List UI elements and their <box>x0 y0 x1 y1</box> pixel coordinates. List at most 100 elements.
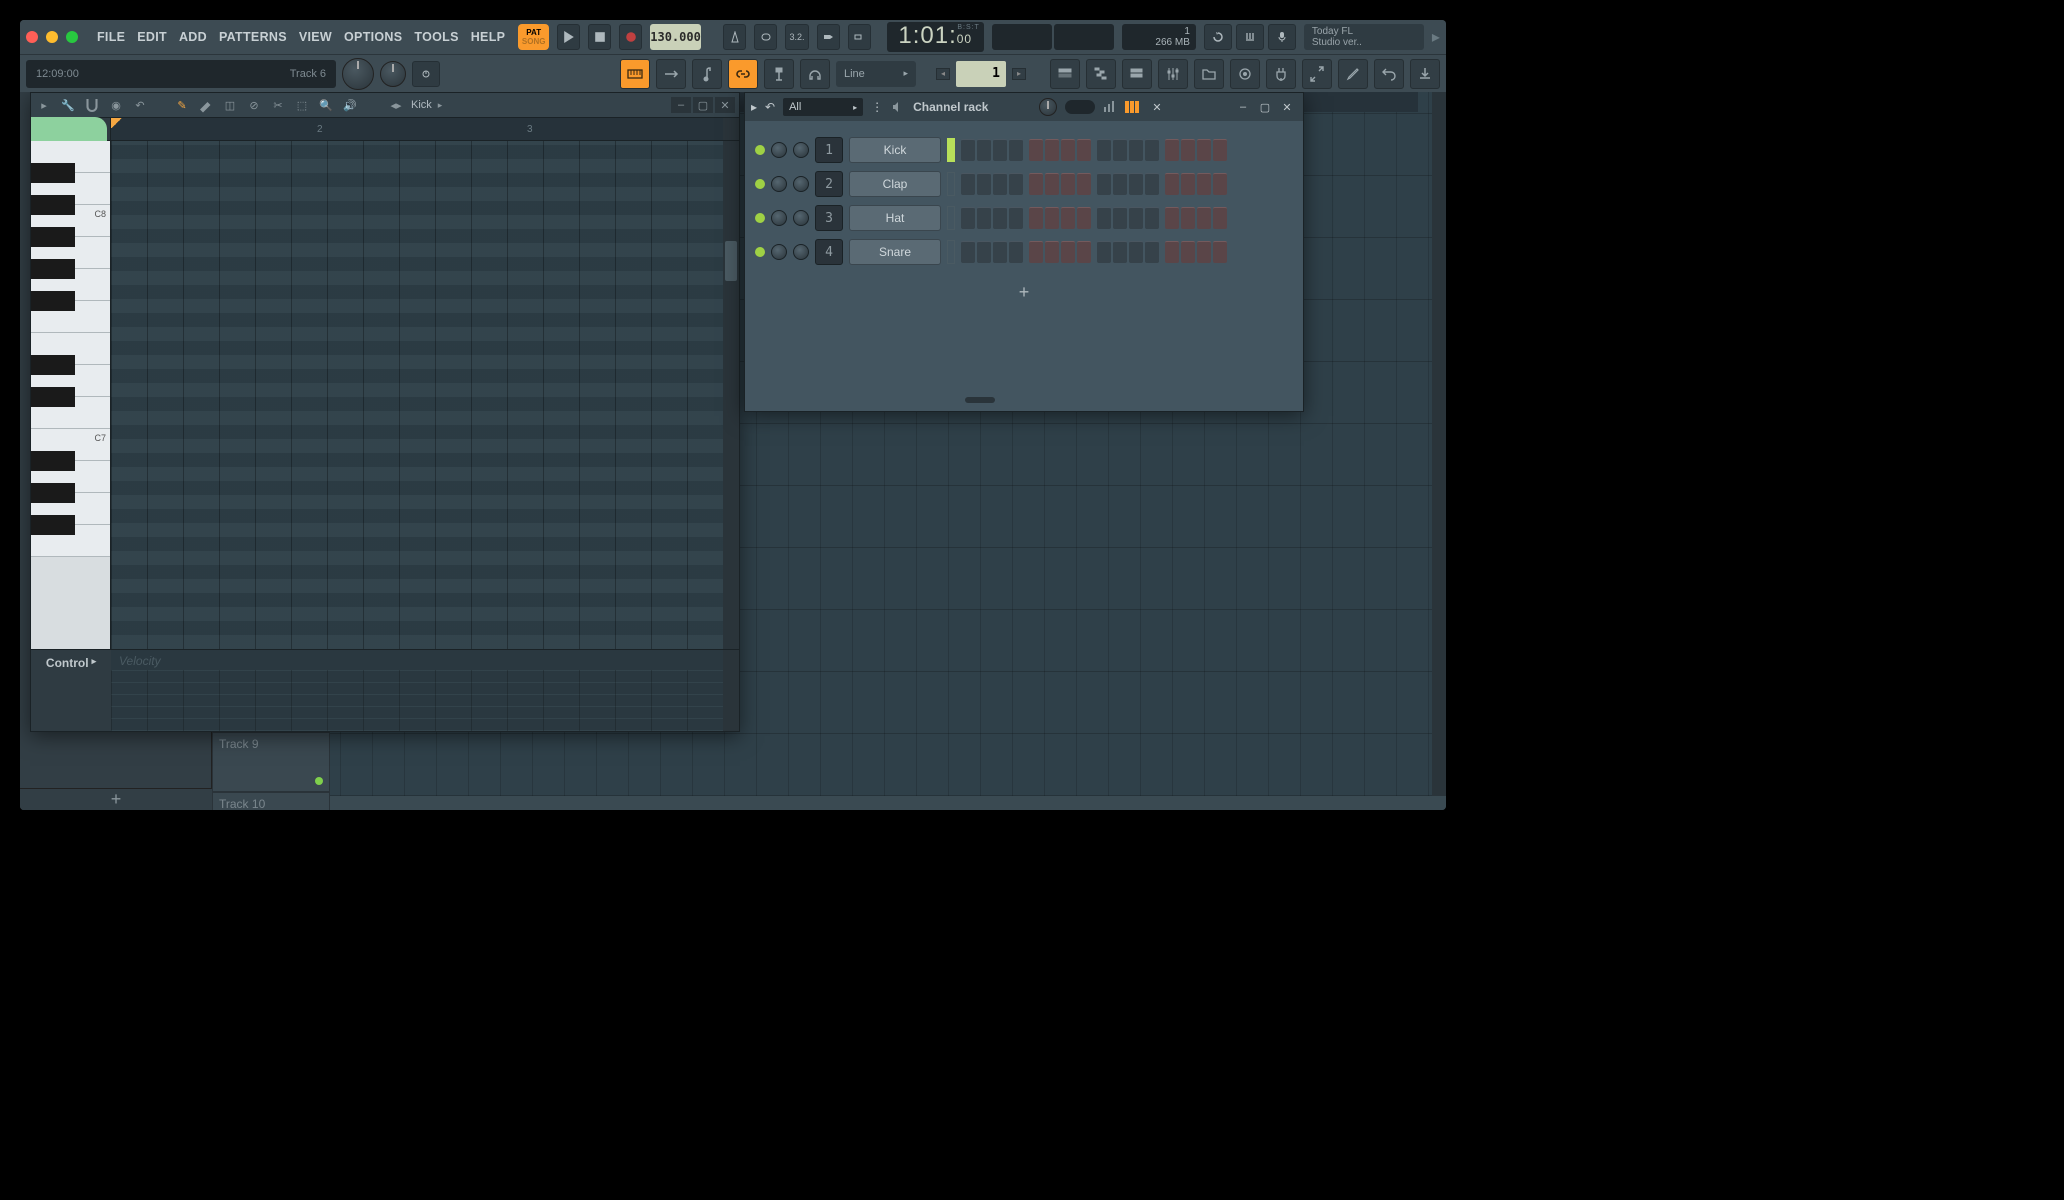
snap-selector[interactable]: Line▸ <box>836 61 916 87</box>
step-button[interactable] <box>1113 139 1127 161</box>
step-button[interactable] <box>1097 139 1111 161</box>
channel-mute-led[interactable] <box>755 145 765 155</box>
step-sequencer[interactable] <box>961 241 1231 263</box>
channel-select[interactable] <box>947 206 955 230</box>
pr-control-editor[interactable]: Velocity <box>111 650 723 731</box>
plugin-database-button[interactable] <box>1266 59 1296 89</box>
pr-scrollbar-thumb[interactable] <box>725 241 737 281</box>
pr-zoom-tool-icon[interactable]: 🔍 <box>317 96 335 114</box>
midi-settings-button[interactable] <box>1236 24 1264 50</box>
step-button[interactable] <box>1213 241 1227 263</box>
pr-magnet-icon[interactable] <box>83 96 101 114</box>
channel-volume-knob[interactable] <box>793 210 809 226</box>
step-button[interactable] <box>1181 173 1195 195</box>
step-button[interactable] <box>993 207 1007 229</box>
pr-ruler-corner[interactable] <box>31 118 111 140</box>
playlist-track-header[interactable]: Track 9 <box>212 732 330 792</box>
master-volume-meter[interactable] <box>992 24 1052 50</box>
cr-undo-icon[interactable]: ↶ <box>765 100 775 114</box>
step-button[interactable] <box>1009 139 1023 161</box>
channel-rack-titlebar[interactable]: ▸ ↶ All▸ ⋮ Channel rack ✕ – ▢ ✕ <box>745 93 1303 121</box>
multilink-button[interactable] <box>764 59 794 89</box>
cr-add-channel-button[interactable]: + <box>755 277 1293 307</box>
step-button[interactable] <box>1029 173 1043 195</box>
link-note-button[interactable] <box>692 59 722 89</box>
pattern-prev[interactable]: ◂ <box>936 68 950 80</box>
step-button[interactable] <box>1097 207 1111 229</box>
pr-mute-tool-icon[interactable]: ⊘ <box>245 96 263 114</box>
channel-name-button[interactable]: Snare <box>849 239 941 265</box>
piano-keyboard[interactable]: C8 C7 <box>31 141 111 649</box>
master-pitch-knob[interactable] <box>380 61 406 87</box>
channel-mixer-track[interactable]: 1 <box>815 137 843 163</box>
pr-scroll-up-button[interactable] <box>723 118 739 140</box>
channel-pan-knob[interactable] <box>771 142 787 158</box>
pr-paint-tool-icon[interactable] <box>197 96 215 114</box>
countdown-button[interactable]: 3.2. <box>785 24 808 50</box>
step-button[interactable] <box>1061 173 1075 195</box>
step-button[interactable] <box>993 139 1007 161</box>
step-button[interactable] <box>1061 241 1075 263</box>
step-button[interactable] <box>1045 173 1059 195</box>
step-button[interactable] <box>1129 173 1143 195</box>
switch-knob[interactable] <box>412 61 440 87</box>
step-button[interactable] <box>1113 241 1127 263</box>
minimize-window-button[interactable] <box>46 31 58 43</box>
step-button[interactable] <box>1045 241 1059 263</box>
song-position-display[interactable]: B:S:T 1:01:00 <box>887 22 984 52</box>
step-button[interactable] <box>1129 139 1143 161</box>
step-button[interactable] <box>1029 207 1043 229</box>
step-button[interactable] <box>1029 139 1043 161</box>
step-button[interactable] <box>1197 173 1211 195</box>
pattern-song-toggle[interactable]: PAT SONG <box>518 24 549 50</box>
channel-pan-knob[interactable] <box>771 244 787 260</box>
menu-help[interactable]: HELP <box>466 26 511 48</box>
channel-mixer-track[interactable]: 2 <box>815 171 843 197</box>
record-button[interactable] <box>619 24 642 50</box>
overdub-button[interactable] <box>817 24 840 50</box>
typing-keyboard-button[interactable] <box>620 59 650 89</box>
step-button[interactable] <box>1197 139 1211 161</box>
play-button[interactable] <box>557 24 580 50</box>
step-button[interactable] <box>1077 207 1091 229</box>
piano-roll-button[interactable] <box>1086 59 1116 89</box>
wait-input-button[interactable] <box>754 24 777 50</box>
channel-mute-led[interactable] <box>755 213 765 223</box>
pr-menu-icon[interactable]: ▸ <box>35 96 53 114</box>
menu-options[interactable]: OPTIONS <box>339 26 407 48</box>
cr-menu-icon[interactable]: ▸ <box>751 100 757 114</box>
mixer-button[interactable] <box>1158 59 1188 89</box>
channel-name-button[interactable]: Clap <box>849 171 941 197</box>
step-button[interactable] <box>977 207 991 229</box>
step-button[interactable] <box>1009 241 1023 263</box>
step-button[interactable] <box>1097 173 1111 195</box>
undo-button[interactable] <box>1374 59 1404 89</box>
channel-pan-knob[interactable] <box>771 210 787 226</box>
step-button[interactable] <box>1077 173 1091 195</box>
fullscreen-window-button[interactable] <box>66 31 78 43</box>
tempo-display[interactable]: 130.000 <box>650 24 701 50</box>
cpu-memory-panel[interactable]: 1 266 MB <box>1122 24 1196 50</box>
step-button[interactable] <box>993 173 1007 195</box>
cr-graph-icon[interactable] <box>1103 99 1117 116</box>
step-button[interactable] <box>1165 173 1179 195</box>
step-button[interactable] <box>961 241 975 263</box>
menu-view[interactable]: VIEW <box>294 26 337 48</box>
channel-mute-led[interactable] <box>755 179 765 189</box>
step-button[interactable] <box>1077 139 1091 161</box>
step-button[interactable] <box>961 173 975 195</box>
step-button[interactable] <box>1129 207 1143 229</box>
undo-history-button[interactable] <box>1204 24 1232 50</box>
channel-volume-knob[interactable] <box>793 142 809 158</box>
pr-slice-tool-icon[interactable]: ✂ <box>269 96 287 114</box>
step-button[interactable] <box>1145 139 1159 161</box>
pr-control-scrollbar[interactable] <box>723 650 739 731</box>
step-button[interactable] <box>1165 241 1179 263</box>
menu-patterns[interactable]: PATTERNS <box>214 26 292 48</box>
channel-select[interactable] <box>947 172 955 196</box>
visualizer-meter[interactable] <box>1054 24 1114 50</box>
playlist-button[interactable] <box>1050 59 1080 89</box>
loop-record-button[interactable] <box>848 24 871 50</box>
playlist-track-header[interactable]: Track 10 <box>212 792 330 810</box>
pattern-next[interactable]: ▸ <box>1012 68 1026 80</box>
